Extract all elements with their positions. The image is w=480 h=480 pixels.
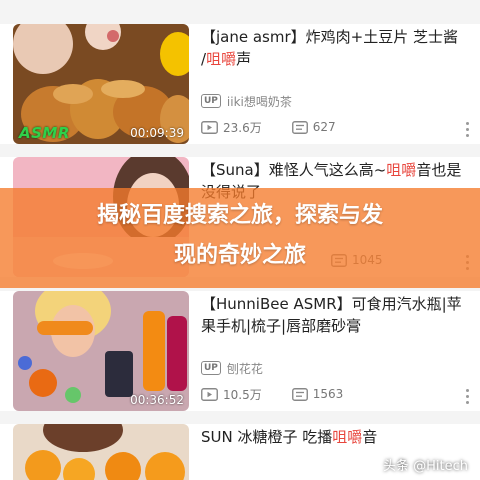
comments-count: 627: [312, 120, 336, 134]
more-options-icon[interactable]: [466, 122, 470, 137]
comments-stat: 1563: [291, 387, 344, 401]
title-text: 【HunniBee ASMR】可食用汽水瓶|苹果手机|梳子|唇部磨砂膏: [201, 295, 462, 335]
more-options-icon[interactable]: [466, 389, 470, 404]
stats-row-1: 23.6万 627: [201, 117, 336, 137]
title-highlight: 咀嚼: [206, 50, 237, 68]
video-duration: 00:36:52: [130, 393, 184, 407]
video-title-3[interactable]: 【HunniBee ASMR】可食用汽水瓶|苹果手机|梳子|唇部磨砂膏: [201, 293, 463, 337]
headline-text: 揭秘百度搜索之旅，探索与发 现的奇妙之旅: [0, 196, 480, 276]
title-text-tail: 声: [236, 50, 252, 68]
up-badge: UP: [201, 361, 221, 375]
video-thumbnail-4[interactable]: [13, 424, 189, 480]
views-count: 10.5万: [223, 387, 262, 402]
title-text-tail: 音: [362, 428, 378, 446]
stats-row-3: 10.5万 1563: [201, 384, 343, 404]
danmaku-count-icon: [291, 387, 308, 401]
headline-line-2: 现的奇妙之旅: [173, 243, 306, 268]
author-row-1: UP iiki想喝奶茶: [201, 92, 292, 110]
video-duration: 00:09:39: [130, 126, 184, 140]
views-count: 23.6万: [223, 120, 262, 135]
video-title-1[interactable]: 【jane asmr】炸鸡肉+土豆片 芝士酱 /咀嚼声: [201, 26, 463, 70]
play-count-icon: [201, 120, 218, 134]
up-badge: UP: [201, 94, 221, 108]
video-thumbnail-1[interactable]: ASMR 00:09:39: [13, 24, 189, 144]
title-highlight: 咀嚼: [386, 161, 417, 179]
author-name[interactable]: 刨花花: [227, 360, 263, 377]
orange-thumbnail-image: [13, 424, 189, 480]
asmr-badge: ASMR: [19, 124, 70, 142]
author-name[interactable]: iiki想喝奶茶: [227, 93, 292, 110]
video-feed-page: ASMR 00:09:39 【jane asmr】炸鸡肉+土豆片 芝士酱 /咀嚼…: [0, 0, 480, 480]
comments-count: 1563: [312, 387, 344, 401]
danmaku-count-icon: [291, 120, 308, 134]
title-text: SUN 冰糖橙子 吃播: [201, 428, 333, 446]
video-card-3[interactable]: 00:36:52 【HunniBee ASMR】可食用汽水瓶|苹果手机|梳子|唇…: [0, 291, 480, 411]
watermark: 头条 @Hitech: [382, 459, 468, 474]
title-text: 【Suna】难怪人气这么高~: [201, 161, 387, 179]
comments-stat: 627: [291, 120, 336, 134]
video-thumbnail-3[interactable]: 00:36:52: [13, 291, 189, 411]
video-title-4[interactable]: SUN 冰糖橙子 吃播咀嚼音: [201, 426, 463, 448]
title-highlight: 咀嚼: [332, 428, 363, 446]
play-count-icon: [201, 387, 218, 401]
video-card-1[interactable]: ASMR 00:09:39 【jane asmr】炸鸡肉+土豆片 芝士酱 /咀嚼…: [0, 24, 480, 144]
headline-line-1: 揭秘百度搜索之旅，探索与发: [96, 203, 383, 228]
author-row-3: UP 刨花花: [201, 359, 263, 377]
views-stat: 23.6万: [201, 119, 262, 136]
views-stat: 10.5万: [201, 386, 262, 403]
